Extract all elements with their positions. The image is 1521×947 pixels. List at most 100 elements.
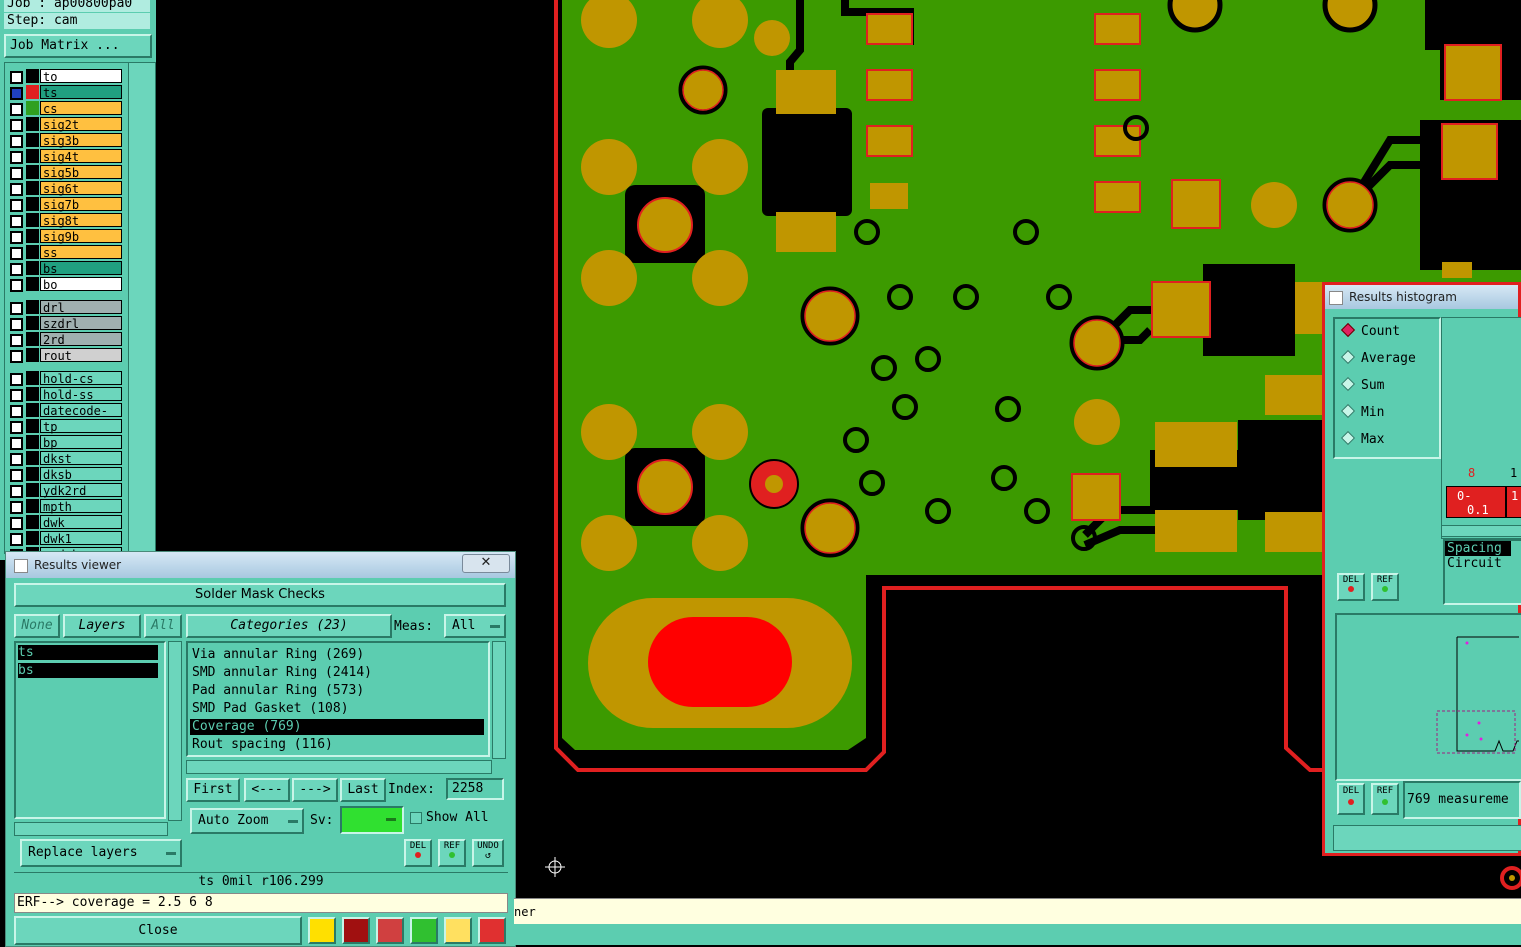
layer-color-swatch[interactable] [26, 300, 39, 314]
del-button[interactable]: DEL [404, 839, 432, 867]
ref-button[interactable]: REF [438, 839, 466, 867]
radio-diamond-icon[interactable] [1340, 322, 1356, 338]
report-icon[interactable] [444, 917, 472, 944]
layer-checkbox[interactable] [10, 279, 23, 292]
layer-name[interactable]: sig5b [40, 165, 122, 180]
histogram-plot[interactable]: 8 0- 0.1 1 1 [1441, 317, 1521, 539]
option-average[interactable]: Average [1339, 348, 1416, 370]
layer-row-bp[interactable]: bp [6, 435, 124, 450]
layer-checkbox[interactable] [10, 517, 23, 530]
categories-button[interactable]: Categories (23) [186, 614, 392, 638]
chart-icon[interactable] [308, 917, 336, 944]
layer-checkbox[interactable] [10, 469, 23, 482]
layer-row-sig4t[interactable]: sig4t [6, 149, 124, 164]
category-item[interactable]: Coverage (769) [190, 719, 484, 735]
layer-name[interactable]: sig6t [40, 181, 122, 196]
layer-name[interactable]: tp [40, 419, 122, 434]
layer-checkbox[interactable] [10, 350, 23, 363]
layer-color-swatch[interactable] [26, 85, 39, 99]
option-sum[interactable]: Sum [1339, 375, 1384, 397]
layer-checkbox[interactable] [10, 421, 23, 434]
layer-color-swatch[interactable] [26, 133, 39, 147]
layer-name[interactable]: dwk1 [40, 531, 122, 546]
layer-row-tp[interactable]: tp [6, 419, 124, 434]
layer-row-dksb[interactable]: dksb [6, 467, 124, 482]
layer-checkbox[interactable] [10, 247, 23, 260]
layer-row-bs[interactable]: bs [6, 261, 124, 276]
layer-row-mpth[interactable]: mpth [6, 499, 124, 514]
layer-name[interactable]: rout [40, 348, 122, 363]
layer-checkbox[interactable] [10, 151, 23, 164]
categories-listbox[interactable]: Via annular Ring (269) SMD annular Ring (… [186, 641, 490, 757]
layer-checkbox[interactable] [10, 167, 23, 180]
layer-checkbox[interactable] [10, 231, 23, 244]
layer-row-rout[interactable]: rout [6, 348, 124, 363]
layer-checkbox[interactable] [10, 485, 23, 498]
layer-row-sig9b[interactable]: sig9b [6, 229, 124, 244]
layer-checkbox[interactable] [10, 533, 23, 546]
layer-color-swatch[interactable] [26, 149, 39, 163]
layer-checkbox[interactable] [10, 318, 23, 331]
category-item[interactable]: SMD annular Ring (2414) [190, 665, 484, 681]
layer-name[interactable]: sig4t [40, 149, 122, 164]
layer-checkbox[interactable] [10, 215, 23, 228]
layer-row-datecode-to[interactable]: datecode-to [6, 403, 124, 432]
layer-row-dwk1[interactable]: dwk1 [6, 531, 124, 546]
auto-zoom-dropdown[interactable]: Auto Zoom [190, 808, 304, 834]
layer-row-sig6t[interactable]: sig6t [6, 181, 124, 196]
layers-hscrollbar[interactable] [14, 822, 168, 836]
layer-color-swatch[interactable] [26, 277, 39, 291]
close-window-icon[interactable]: ✕ [462, 554, 510, 573]
layer-row-ss[interactable]: ss [6, 245, 124, 260]
layer-row-to[interactable]: to [6, 69, 124, 84]
layer-row-sig3b[interactable]: sig3b [6, 133, 124, 148]
layer-row-drl[interactable]: drl [6, 300, 124, 315]
layer-row-sig5b[interactable]: sig5b [6, 165, 124, 180]
close-button[interactable]: Close [14, 916, 302, 945]
radio-diamond-icon[interactable] [1340, 403, 1356, 419]
export-icon[interactable] [342, 917, 370, 944]
layer-name[interactable]: to [40, 69, 122, 84]
layer-row-sig8t[interactable]: sig8t [6, 213, 124, 228]
numbers-icon[interactable] [410, 917, 438, 944]
layer-name[interactable]: szdrl [40, 316, 122, 331]
layer-name[interactable]: sig7b [40, 197, 122, 212]
layer-row-bo[interactable]: bo [6, 277, 124, 292]
last-button[interactable]: Last [340, 778, 386, 802]
layer-name[interactable]: sig9b [40, 229, 122, 244]
layer-checkbox[interactable] [10, 453, 23, 466]
layer-name[interactable]: bo [40, 277, 122, 292]
category-item[interactable]: SMD Pad Gasket (108) [190, 701, 484, 717]
layer-name[interactable]: dkst [40, 451, 122, 466]
layer-row-sig7b[interactable]: sig7b [6, 197, 124, 212]
none-button[interactable]: None [14, 614, 60, 638]
category-item[interactable]: Rout spacing (116) [190, 737, 484, 753]
hist-del-button[interactable]: DEL [1337, 573, 1365, 601]
layer-scrollbar[interactable] [128, 62, 156, 554]
layer-checkbox[interactable] [10, 373, 23, 386]
layers-button[interactable]: Layers [63, 614, 141, 638]
layer-name[interactable]: ts [40, 85, 122, 100]
layer-row-ts[interactable]: ts [6, 85, 124, 100]
layer-checkbox[interactable] [10, 389, 23, 402]
layer-checkbox[interactable] [10, 263, 23, 276]
layer-color-swatch[interactable] [26, 245, 39, 259]
layer-name[interactable]: sig8t [40, 213, 122, 228]
histogram-icon[interactable] [478, 917, 506, 944]
index-input[interactable]: 2258 [446, 778, 504, 800]
layer-row-sig2t[interactable]: sig2t [6, 117, 124, 132]
layers-listbox[interactable]: ts bs [14, 641, 166, 819]
layer-name[interactable]: cs [40, 101, 122, 116]
next-button[interactable]: ---> [292, 778, 338, 802]
layer-name[interactable]: bp [40, 435, 122, 450]
layer-checkbox[interactable] [10, 71, 23, 84]
layer-color-swatch[interactable] [26, 348, 39, 362]
layer-color-swatch[interactable] [26, 181, 39, 195]
layer-color-swatch[interactable] [26, 316, 39, 330]
layer-item-bs[interactable]: bs [18, 663, 158, 678]
layer-color-swatch[interactable] [26, 403, 39, 417]
histogram-bar[interactable]: 0- 0.1 [1446, 486, 1506, 518]
layer-color-swatch[interactable] [26, 499, 39, 513]
categories-scrollbar[interactable] [492, 641, 506, 759]
layer-color-swatch[interactable] [26, 197, 39, 211]
